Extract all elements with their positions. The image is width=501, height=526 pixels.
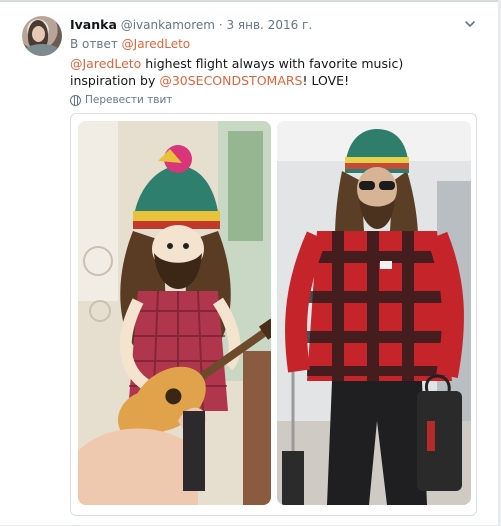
top-divider <box>0 0 501 2</box>
tweet-tail: ! LOVE! <box>302 73 350 88</box>
translate-tweet-button[interactable]: Перевести твит <box>70 94 172 106</box>
reply-context: В ответ @JaredLeto <box>70 37 190 51</box>
author-name[interactable]: Ivanka <box>70 17 117 32</box>
doll-guitar-photo[interactable] <box>78 121 271 505</box>
tweet-page: Ivanka @ivankamorem · 3 янв. 2016 г. В о… <box>0 0 501 526</box>
author-handle[interactable]: @ivankamorem <box>121 18 215 32</box>
tweet-text: @JaredLeto highest flight always with fa… <box>70 55 470 89</box>
reply-to-link[interactable]: @JaredLeto <box>122 37 190 51</box>
reply-prefix: В ответ <box>70 37 118 51</box>
separator-dot: · <box>218 18 223 32</box>
avatar[interactable] <box>22 16 62 56</box>
man-plaid-shirt-photo[interactable] <box>277 121 471 505</box>
media-card <box>70 113 477 516</box>
translate-label: Перевести твит <box>85 94 173 106</box>
man-plaid-shirt-image <box>277 121 471 505</box>
globe-icon <box>70 94 81 106</box>
chevron-down-icon[interactable] <box>463 17 477 31</box>
tweet-date[interactable]: 3 янв. 2016 г. <box>226 18 312 32</box>
tweet-header: Ivanka @ivankamorem · 3 янв. 2016 г. <box>70 17 312 32</box>
mention-link[interactable]: @JaredLeto <box>70 56 141 71</box>
doll-guitar-image <box>78 121 271 505</box>
mention-link-2[interactable]: @30SECONDSTOMARS <box>159 73 302 88</box>
